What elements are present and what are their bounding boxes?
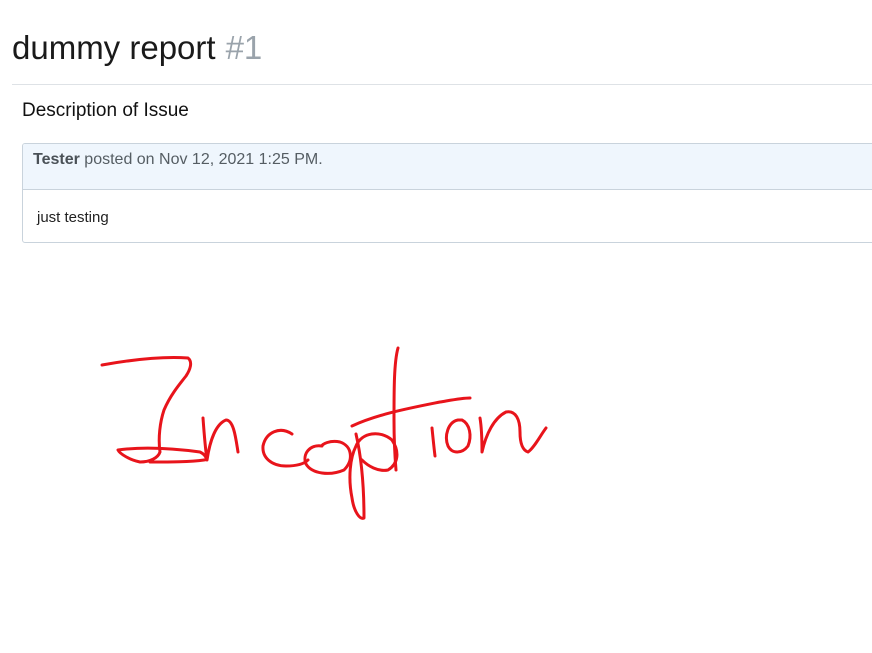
scribble-stroke-p <box>348 432 399 520</box>
comment-header: Tester posted on Nov 12, 2021 1:25 PM. <box>23 144 872 190</box>
scribble-stroke-o <box>303 440 352 475</box>
scribble-stroke-o2 <box>444 418 472 454</box>
comment-posted-text: posted on Nov 12, 2021 1:25 PM. <box>84 151 323 168</box>
comment-card: Tester posted on Nov 12, 2021 1:25 PM. j… <box>22 143 872 243</box>
scribble-stroke-i <box>100 355 208 464</box>
comment-author[interactable]: Tester <box>33 151 80 168</box>
scribble-stroke-n <box>201 416 240 462</box>
scribble-stroke-t-cross <box>350 396 472 428</box>
report-title-text: dummy report <box>12 29 216 66</box>
scribble-stroke-t <box>392 346 400 472</box>
section-heading: Description of Issue <box>22 100 189 121</box>
handwritten-annotation <box>100 346 548 520</box>
report-number: #1 <box>225 29 263 66</box>
scribble-stroke-i2 <box>430 426 437 458</box>
scribble-stroke-c <box>261 429 310 468</box>
title-divider <box>12 84 872 85</box>
page-title: dummy report #1 <box>12 26 262 70</box>
comment-body: just testing <box>37 209 109 226</box>
scribble-stroke-n2 <box>478 410 548 454</box>
report-page: dummy report #1 Description of Issue Test… <box>0 0 872 653</box>
